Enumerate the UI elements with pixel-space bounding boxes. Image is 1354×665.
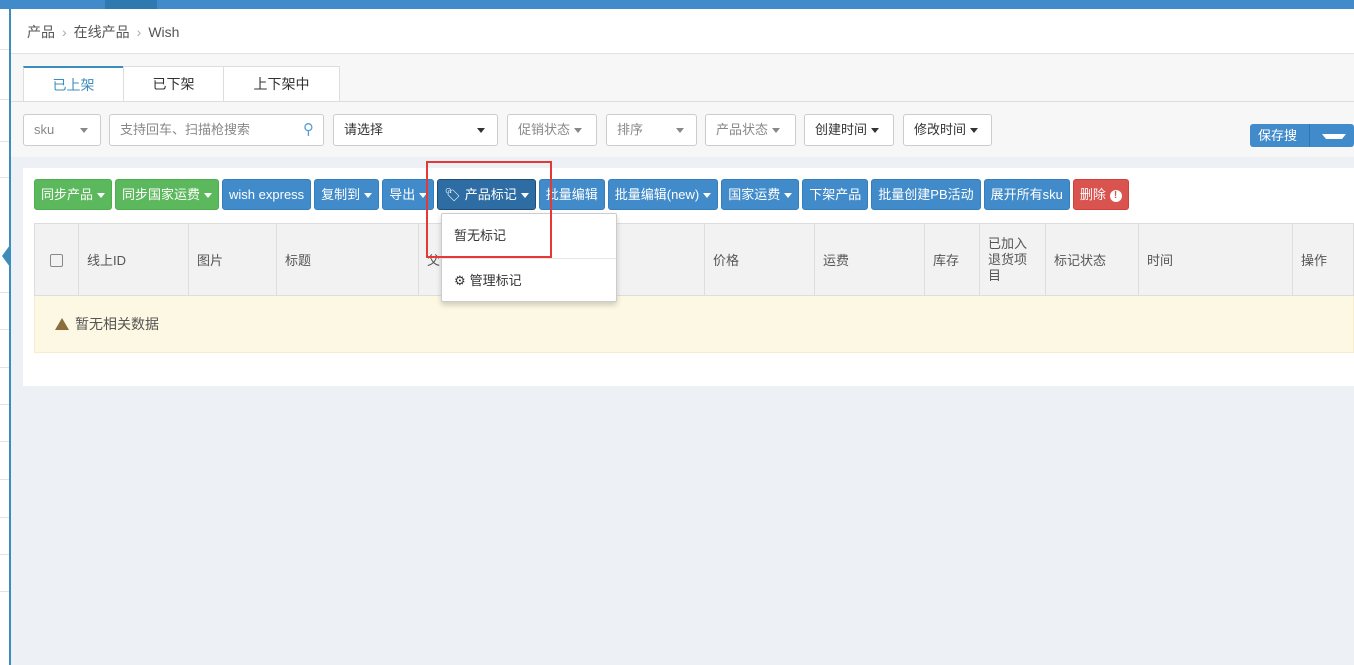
delete-button[interactable]: 删除 ! bbox=[1072, 179, 1129, 210]
sidebar bbox=[0, 9, 11, 665]
country-shipping-button[interactable]: 国家运费 bbox=[721, 179, 800, 210]
col-time: 时间 bbox=[1138, 223, 1293, 296]
product-panel: 同步产品 同步国家运费 wish express 复制到 导出 🏷︎ 产品标记 批… bbox=[23, 168, 1354, 386]
col-actions: 操作 bbox=[1292, 223, 1354, 296]
select-all-checkbox[interactable] bbox=[50, 254, 63, 268]
caret-down-icon bbox=[676, 128, 684, 133]
caret-down-icon bbox=[477, 128, 485, 133]
col-return-item: 已加入退货项目 bbox=[979, 223, 1046, 296]
chevron-right-icon: › bbox=[136, 24, 142, 40]
search-type-select[interactable]: sku bbox=[23, 114, 101, 146]
sync-products-button[interactable]: 同步产品 bbox=[34, 179, 113, 210]
col-shipping: 运费 bbox=[814, 223, 925, 296]
col-online-id: 线上ID bbox=[78, 223, 189, 296]
caret-down-icon bbox=[772, 128, 781, 134]
breadcrumb-item-product[interactable]: 产品 bbox=[27, 24, 55, 40]
col-image: 图片 bbox=[188, 223, 277, 296]
tab-listed[interactable]: 已上架 bbox=[23, 66, 124, 102]
batch-edit-new-button[interactable]: 批量编辑(new) bbox=[607, 179, 719, 210]
empty-message: 暂无相关数据 bbox=[34, 295, 1354, 353]
caret-down-icon bbox=[970, 128, 979, 134]
expand-sku-button[interactable]: 展开所有sku bbox=[983, 179, 1070, 210]
exclamation-icon: ! bbox=[1109, 189, 1122, 202]
col-title: 标题 bbox=[276, 223, 419, 296]
highlight-box bbox=[426, 161, 552, 258]
sort-dropdown[interactable]: 排序 bbox=[606, 114, 697, 146]
caret-down-icon bbox=[1322, 134, 1346, 140]
tab-delisted[interactable]: 已下架 bbox=[123, 66, 224, 102]
delist-button[interactable]: 下架产品 bbox=[802, 179, 869, 210]
col-tag-status: 标记状态 bbox=[1045, 223, 1139, 296]
batch-pb-button[interactable]: 批量创建PB活动 bbox=[871, 179, 981, 210]
product-table: 线上ID 图片 标题 父 价格 运费 库存 已加入退货项目 标记状态 时间 操作… bbox=[34, 223, 1354, 353]
sidebar-collapse-toggle[interactable] bbox=[2, 245, 10, 267]
caret-down-icon bbox=[80, 128, 88, 133]
save-search-label[interactable]: 保存搜索 bbox=[1250, 124, 1309, 147]
product-status-dropdown[interactable]: 产品状态 bbox=[705, 114, 796, 146]
category-select[interactable]: 请选择 bbox=[333, 114, 498, 146]
save-search-button[interactable]: 保存搜索 bbox=[1250, 124, 1354, 147]
breadcrumb-item-wish: Wish bbox=[148, 24, 180, 40]
warning-icon bbox=[55, 318, 69, 330]
copy-to-button[interactable]: 复制到 bbox=[314, 179, 380, 210]
col-stock: 库存 bbox=[924, 223, 980, 296]
promo-status-dropdown[interactable]: 促销状态 bbox=[507, 114, 597, 146]
wish-express-button[interactable]: wish express bbox=[222, 179, 312, 210]
top-bar bbox=[0, 0, 1354, 9]
breadcrumb-item-online[interactable]: 在线产品 bbox=[74, 24, 130, 40]
modified-time-dropdown[interactable]: 修改时间 bbox=[903, 114, 992, 146]
chevron-right-icon: › bbox=[62, 24, 67, 40]
created-time-dropdown[interactable]: 创建时间 bbox=[804, 114, 894, 146]
col-price: 价格 bbox=[704, 223, 815, 296]
search-icon[interactable]: ⚲ bbox=[303, 115, 314, 145]
gear-icon: ⚙ bbox=[454, 273, 466, 288]
menu-item-manage-tags[interactable]: ⚙ 管理标记 bbox=[442, 259, 616, 303]
save-search-dropdown[interactable] bbox=[1309, 124, 1354, 147]
tab-in-progress[interactable]: 上下架中 bbox=[223, 66, 340, 102]
caret-down-icon bbox=[574, 128, 583, 134]
breadcrumb: 产品 › 在线产品 › Wish bbox=[11, 9, 1354, 54]
top-bar-active-segment bbox=[105, 0, 157, 9]
search-input[interactable]: 支持回车、扫描枪搜索 ⚲ bbox=[109, 114, 324, 146]
caret-down-icon bbox=[871, 128, 880, 134]
sync-shipping-button[interactable]: 同步国家运费 bbox=[115, 179, 220, 210]
